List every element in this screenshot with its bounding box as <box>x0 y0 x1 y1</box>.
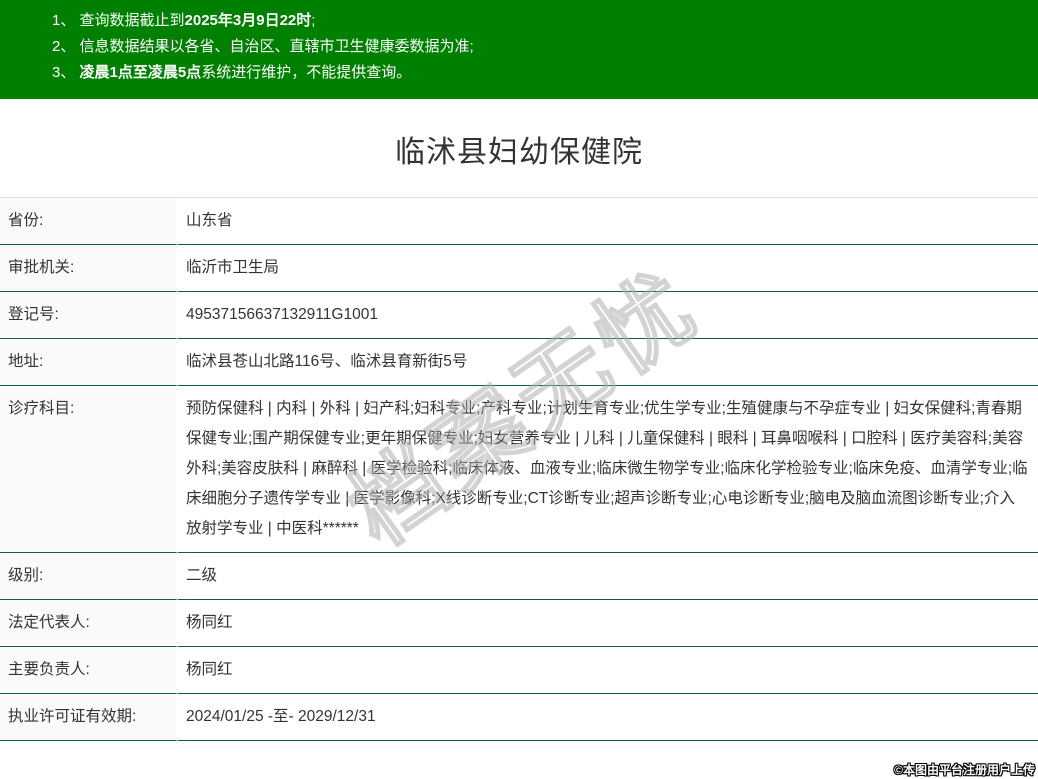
field-label: 省份: <box>0 198 178 245</box>
notice-line-2-text: 2、 信息数据结果以各省、自治区、直辖市卫生健康委数据为准; <box>52 38 474 55</box>
table-row-level: 级别: 二级 <box>0 553 1038 600</box>
upload-credit-stamp: ©本图由平台注册用户上传 <box>894 763 1035 777</box>
field-label: 级别: <box>0 553 178 600</box>
table-row-province: 省份: 山东省 <box>0 198 1038 245</box>
field-value: 山东省 <box>178 198 1038 245</box>
field-label: 登记号: <box>0 292 178 339</box>
notice-banner: 1、 查询数据截止到2025年3月9日22时; 2、 信息数据结果以各省、自治区… <box>0 0 1038 99</box>
table-row-license-validity: 执业许可证有效期: 2024/01/25 -至- 2029/12/31 <box>0 694 1038 741</box>
field-label: 法定代表人: <box>0 600 178 647</box>
field-value: 预防保健科 | 内科 | 外科 | 妇产科;妇科专业;产科专业;计划生育专业;优… <box>178 386 1038 553</box>
field-label: 主要负责人: <box>0 647 178 694</box>
field-value: 杨同红 <box>178 600 1038 647</box>
field-label: 执业许可证有效期: <box>0 694 178 741</box>
notice-line-3-text: 3、 <box>52 64 80 81</box>
hospital-info-table: 省份: 山东省 审批机关: 临沂市卫生局 登记号: 49537156637132… <box>0 197 1038 741</box>
field-label: 地址: <box>0 339 178 386</box>
table-row-legal-representative: 法定代表人: 杨同红 <box>0 600 1038 647</box>
field-value: 杨同红 <box>178 647 1038 694</box>
field-value: 临沭县苍山北路116号、临沭县育新街5号 <box>178 339 1038 386</box>
notice-line-1-bold: 2025年3月9日22时 <box>184 12 312 29</box>
notice-line-1-end: ; <box>311 12 316 29</box>
table-row-registration-number: 登记号: 49537156637132911G1001 <box>0 292 1038 339</box>
field-value: 2024/01/25 -至- 2029/12/31 <box>178 694 1038 741</box>
table-row-medical-subjects: 诊疗科目: 预防保健科 | 内科 | 外科 | 妇产科;妇科专业;产科专业;计划… <box>0 386 1038 553</box>
table-row-address: 地址: 临沭县苍山北路116号、临沭县育新街5号 <box>0 339 1038 386</box>
notice-line-3-bold: 凌晨1点至凌晨5点 <box>79 64 202 81</box>
table-row-main-person-in-charge: 主要负责人: 杨同红 <box>0 647 1038 694</box>
notice-line-3: 3、 凌晨1点至凌晨5点系统进行维护，不能提供查询。 <box>52 60 1018 86</box>
field-label: 诊疗科目: <box>0 386 178 553</box>
notice-line-2: 2、 信息数据结果以各省、自治区、直辖市卫生健康委数据为准; <box>52 34 1018 60</box>
field-value: 临沂市卫生局 <box>178 245 1038 292</box>
page-title: 临沭县妇幼保健院 <box>395 136 643 169</box>
field-value: 49537156637132911G1001 <box>178 292 1038 339</box>
notice-line-1: 1、 查询数据截止到2025年3月9日22时; <box>52 8 1018 34</box>
field-label: 审批机关: <box>0 245 178 292</box>
notice-line-1-text: 1、 查询数据截止到 <box>52 12 185 29</box>
notice-line-3-end: 系统进行维护，不能提供查询。 <box>201 64 412 81</box>
field-value: 二级 <box>178 553 1038 600</box>
table-row-approval-authority: 审批机关: 临沂市卫生局 <box>0 245 1038 292</box>
